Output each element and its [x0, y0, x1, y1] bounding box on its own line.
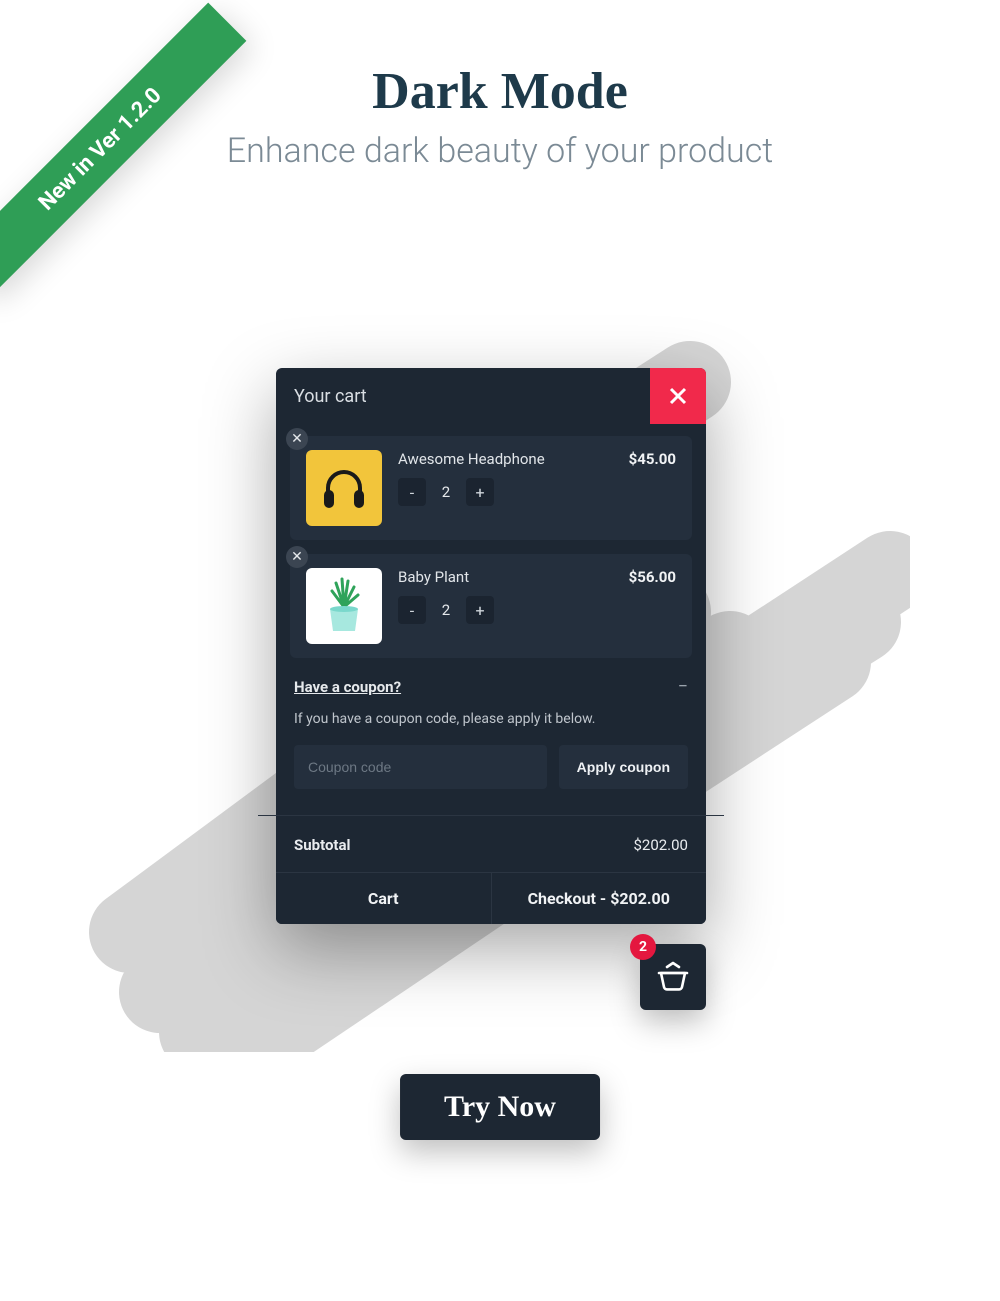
- minus-icon: −: [678, 676, 688, 697]
- cart-panel: Your cart ✕ Awesome Headphone: [276, 368, 706, 924]
- cart-footer: Cart Checkout - $202.00: [276, 872, 706, 924]
- qty-decrease-button[interactable]: -: [398, 478, 426, 506]
- checkout-button[interactable]: Checkout - $202.00: [491, 873, 707, 924]
- cart-item: ✕ Baby Plant $56.00 - 2 +: [290, 554, 692, 658]
- cart-count-badge: 2: [630, 934, 656, 960]
- product-image: [306, 568, 382, 644]
- try-now-button[interactable]: Try Now: [400, 1074, 600, 1140]
- product-image: [306, 450, 382, 526]
- cart-header: Your cart: [276, 368, 706, 424]
- remove-item-button[interactable]: ✕: [286, 546, 308, 568]
- item-top-row: Baby Plant $56.00: [398, 568, 676, 586]
- quantity-stepper: - 2 +: [398, 596, 676, 624]
- item-price: $56.00: [629, 568, 676, 586]
- close-icon: [667, 385, 689, 407]
- headphone-icon: [316, 460, 372, 516]
- qty-increase-button[interactable]: +: [466, 596, 494, 624]
- qty-value: 2: [434, 483, 458, 501]
- qty-increase-button[interactable]: +: [466, 478, 494, 506]
- close-button[interactable]: [650, 368, 706, 424]
- item-info: Baby Plant $56.00 - 2 +: [398, 568, 676, 644]
- plant-icon: [314, 573, 374, 639]
- item-info: Awesome Headphone $45.00 - 2 +: [398, 450, 676, 526]
- coupon-input[interactable]: [294, 745, 547, 789]
- cart-body: ✕ Awesome Headphone $45.00 - 2 +: [276, 424, 706, 811]
- cart-title: Your cart: [294, 386, 367, 407]
- item-name: Awesome Headphone: [398, 450, 545, 468]
- qty-decrease-button[interactable]: -: [398, 596, 426, 624]
- coupon-toggle-label: Have a coupon?: [294, 678, 401, 696]
- item-top-row: Awesome Headphone $45.00: [398, 450, 676, 468]
- cart-item: ✕ Awesome Headphone $45.00 - 2 +: [290, 436, 692, 540]
- close-icon: ✕: [291, 431, 303, 447]
- floating-cart-button[interactable]: 2: [640, 944, 706, 1010]
- quantity-stepper: - 2 +: [398, 478, 676, 506]
- item-price: $45.00: [629, 450, 676, 468]
- qty-value: 2: [434, 601, 458, 619]
- item-name: Baby Plant: [398, 568, 469, 586]
- coupon-toggle[interactable]: Have a coupon? −: [294, 676, 688, 697]
- coupon-section: Have a coupon? − If you have a coupon co…: [290, 672, 692, 789]
- apply-coupon-button[interactable]: Apply coupon: [559, 745, 688, 789]
- remove-item-button[interactable]: ✕: [286, 428, 308, 450]
- subtotal-value: $202.00: [633, 836, 688, 854]
- subtotal-label: Subtotal: [294, 836, 351, 854]
- cart-button[interactable]: Cart: [276, 873, 491, 924]
- coupon-hint: If you have a coupon code, please apply …: [294, 711, 688, 727]
- coupon-row: Apply coupon: [294, 745, 688, 789]
- close-icon: ✕: [291, 549, 303, 565]
- subtotal-row: Subtotal $202.00: [276, 816, 706, 872]
- basket-icon: [657, 961, 689, 993]
